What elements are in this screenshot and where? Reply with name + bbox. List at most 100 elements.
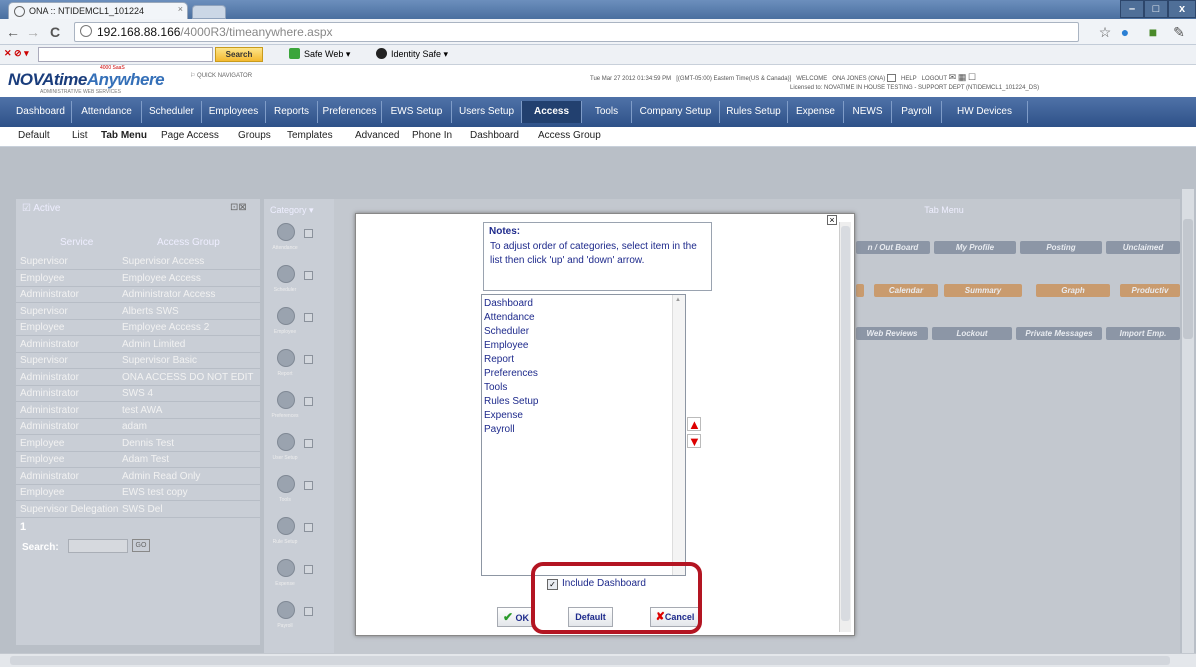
search-input[interactable] <box>68 539 128 553</box>
nav-ews-setup[interactable]: EWS Setup <box>382 101 452 123</box>
nav-tools[interactable]: Tools <box>582 101 632 123</box>
category-checkbox[interactable] <box>304 481 313 490</box>
vertical-scrollbar[interactable] <box>1182 189 1194 653</box>
tab-pill[interactable]: Productiv <box>1120 284 1180 297</box>
access-group-row[interactable]: Administrator Admin Limited <box>16 337 260 353</box>
category-item[interactable]: Employee <box>270 307 300 345</box>
move-up-arrow-icon[interactable]: ▲ <box>687 417 701 432</box>
page-number[interactable]: 1 <box>20 521 26 533</box>
category-item[interactable]: Attendance <box>270 223 300 261</box>
access-group-row[interactable]: Supervisor Alberts SWS <box>16 304 260 320</box>
wrench-icon[interactable]: ✎ <box>1170 23 1188 41</box>
nav-attendance[interactable]: Attendance <box>72 101 142 123</box>
minimize-button[interactable]: – <box>1120 0 1144 18</box>
category-item[interactable]: User Setup <box>270 433 300 471</box>
category-item[interactable]: Report <box>270 349 300 387</box>
help-link[interactable]: HELP <box>901 76 917 82</box>
star-icon[interactable]: ☆ <box>1096 23 1114 41</box>
nav-dashboard[interactable]: Dashboard <box>10 101 72 123</box>
category-header[interactable]: Category ▾ <box>270 205 314 216</box>
chat-icon[interactable]: ☐ <box>968 72 976 82</box>
category-list-item[interactable]: Scheduler <box>484 326 529 337</box>
category-checkbox[interactable] <box>304 229 313 238</box>
category-item[interactable]: Payroll <box>270 601 300 639</box>
toolbar-search-button[interactable]: Search <box>215 47 263 62</box>
category-checkbox[interactable] <box>304 523 313 532</box>
back-arrow-icon[interactable]: ← <box>4 23 22 41</box>
close-window-button[interactable]: x <box>1168 0 1196 18</box>
category-checkbox[interactable] <box>304 565 313 574</box>
access-group-row[interactable]: Employee Adam Test <box>16 452 260 468</box>
tab-pill[interactable]: Lockout <box>932 327 1012 340</box>
dialog-scrollbar[interactable] <box>839 222 851 632</box>
tab-close-icon[interactable]: × <box>178 4 183 14</box>
tab-pill[interactable]: My Profile <box>934 241 1016 254</box>
hscroll-thumb[interactable] <box>10 656 1170 665</box>
nav-access[interactable]: Access <box>522 101 582 123</box>
category-item[interactable]: Preferences <box>270 391 300 429</box>
url-input[interactable]: 192.168.88.166/4000R3/timeanywhere.aspx <box>74 22 1079 42</box>
maximize-button[interactable]: □ <box>1144 0 1168 18</box>
browser-tab[interactable]: ONA :: NTIDEMCL1_101224 × <box>8 2 188 20</box>
user-dropdown-icon[interactable] <box>886 74 896 83</box>
access-group-row[interactable]: Administrator adam <box>16 419 260 435</box>
nav-company-setup[interactable]: Company Setup <box>632 101 720 123</box>
grid-icon[interactable]: ▦ <box>958 72 967 82</box>
go-button[interactable]: GO <box>132 539 150 552</box>
norton-icon[interactable]: ✕ ⊘ ▾ <box>4 48 29 59</box>
scroll-thumb[interactable] <box>1183 219 1193 339</box>
tab-pill[interactable]: n / Out Board <box>856 241 930 254</box>
category-checkbox[interactable] <box>304 271 313 280</box>
ok-button[interactable]: ✔ OK <box>497 607 535 627</box>
tab-pill[interactable]: Summary <box>944 284 1022 297</box>
category-checkbox[interactable] <box>304 355 313 364</box>
category-order-list[interactable]: Dashboard Attendance Scheduler Employee Repo… <box>481 294 686 576</box>
nav-reports[interactable]: Reports <box>266 101 318 123</box>
nav-preferences[interactable]: Preferences <box>318 101 382 123</box>
tab-pill[interactable]: Graph <box>1036 284 1110 297</box>
tab-pill[interactable]: Private Messages <box>1016 327 1102 340</box>
horizontal-scrollbar[interactable] <box>0 653 1196 667</box>
subnav-phone-in[interactable]: Phone In <box>412 130 452 141</box>
access-group-row[interactable]: Administrator Administrator Access <box>16 287 260 303</box>
new-tab-button[interactable] <box>192 5 226 19</box>
category-list-item[interactable]: Tools <box>484 382 507 393</box>
access-group-row[interactable]: Administrator ONA ACCESS DO NOT EDIT <box>16 370 260 386</box>
toolbar-search-input[interactable] <box>38 47 213 62</box>
move-down-arrow-icon[interactable]: ▼ <box>687 434 701 449</box>
reload-icon[interactable]: C <box>46 23 64 41</box>
access-group-row[interactable]: Administrator test AWA <box>16 403 260 419</box>
access-group-row[interactable]: Supervisor Supervisor Basic <box>16 353 260 369</box>
list-scrollbar[interactable]: ▲ <box>672 295 685 575</box>
category-list-item[interactable]: Payroll <box>484 424 515 435</box>
category-checkbox[interactable] <box>304 607 313 616</box>
tab-pill[interactable]: Posting <box>1020 241 1102 254</box>
category-list-item[interactable]: Dashboard <box>484 298 533 309</box>
subnav-access-group[interactable]: Access Group <box>538 130 601 141</box>
subnav-page-access[interactable]: Page Access <box>161 130 219 141</box>
nav-employees[interactable]: Employees <box>202 101 266 123</box>
panel-controls-icon[interactable]: ⊡⊠ <box>230 202 247 213</box>
nav-hw-devices[interactable]: HW Devices <box>942 101 1028 123</box>
category-item[interactable]: Tools <box>270 475 300 513</box>
category-checkbox[interactable] <box>304 439 313 448</box>
active-checkbox[interactable]: ☑ Active <box>22 203 60 214</box>
access-group-row[interactable]: Employee EWS test copy <box>16 485 260 501</box>
category-list-item[interactable]: Preferences <box>484 368 538 379</box>
category-item[interactable]: Expense <box>270 559 300 597</box>
nav-payroll[interactable]: Payroll <box>892 101 942 123</box>
access-group-row[interactable]: Administrator Admin Read Only <box>16 469 260 485</box>
subnav-dashboard[interactable]: Dashboard <box>470 130 519 141</box>
access-group-row[interactable]: Supervisor Delegation SWS Del <box>16 502 260 518</box>
subnav-tab-menu[interactable]: Tab Menu <box>101 130 147 141</box>
nav-scheduler[interactable]: Scheduler <box>142 101 202 123</box>
logout-link[interactable]: LOGOUT <box>922 76 947 82</box>
subnav-groups[interactable]: Groups <box>238 130 271 141</box>
access-group-row[interactable]: Supervisor Supervisor Access <box>16 254 260 270</box>
category-list-item[interactable]: Employee <box>484 340 528 351</box>
subnav-default[interactable]: Default <box>18 130 50 141</box>
quick-navigator-link[interactable]: ⚐ QUICK NAVIGATOR <box>190 72 252 79</box>
category-list-item[interactable]: Rules Setup <box>484 396 538 407</box>
tab-pill[interactable]: Unclaimed <box>1106 241 1180 254</box>
subnav-advanced[interactable]: Advanced <box>355 130 399 141</box>
